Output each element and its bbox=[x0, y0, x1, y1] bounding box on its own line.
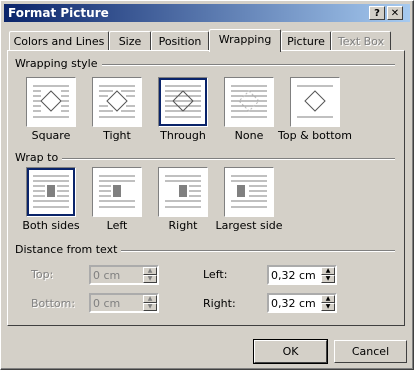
spin-up-icon: ▲ bbox=[143, 295, 157, 303]
title-bar: Format Picture ? ✕ bbox=[4, 4, 410, 22]
spin-down-icon: ▼ bbox=[143, 303, 157, 311]
distance-heading: Distance from text bbox=[15, 243, 122, 256]
right-distance-value[interactable]: 0,32 cm bbox=[271, 297, 316, 310]
top-distance-value: 0 cm bbox=[93, 269, 121, 282]
wrap-tight-option[interactable]: Tight bbox=[91, 77, 143, 142]
through-wrap-icon bbox=[158, 77, 208, 127]
bottom-distance-spinner: 0 cm ▲ ▼ bbox=[89, 293, 159, 313]
help-button[interactable]: ? bbox=[369, 6, 385, 20]
right-side-icon bbox=[158, 167, 208, 217]
top-label: Top: bbox=[31, 268, 54, 281]
wrap-none-option[interactable]: None bbox=[223, 77, 275, 142]
divider bbox=[85, 64, 395, 66]
tab-colors-and-lines[interactable]: Colors and Lines bbox=[9, 31, 109, 51]
tight-wrap-icon bbox=[92, 77, 142, 127]
spin-down-icon[interactable]: ▼ bbox=[321, 303, 335, 311]
wrap-both-sides-option[interactable]: Both sides bbox=[22, 167, 80, 232]
wrap-square-option[interactable]: Square bbox=[25, 77, 77, 142]
cancel-button[interactable]: Cancel bbox=[334, 340, 407, 363]
spin-down-icon[interactable]: ▼ bbox=[321, 275, 335, 283]
top-bottom-wrap-icon bbox=[290, 77, 340, 127]
tab-picture[interactable]: Picture bbox=[281, 31, 331, 51]
bottom-distance-value: 0 cm bbox=[93, 297, 121, 310]
tab-position[interactable]: Position bbox=[151, 31, 209, 51]
divider bbox=[119, 250, 395, 252]
wrapping-style-heading: Wrapping style bbox=[15, 57, 102, 70]
left-side-icon bbox=[92, 167, 142, 217]
wrap-right-option[interactable]: Right bbox=[157, 167, 209, 232]
window-title: Format Picture bbox=[8, 6, 109, 20]
square-wrap-icon bbox=[26, 77, 76, 127]
left-label: Left: bbox=[203, 268, 228, 281]
tab-wrapping[interactable]: Wrapping bbox=[209, 29, 281, 52]
largest-side-icon bbox=[224, 167, 274, 217]
bottom-label: Bottom: bbox=[31, 297, 76, 310]
no-wrap-icon bbox=[224, 77, 274, 127]
divider bbox=[61, 158, 395, 160]
format-picture-dialog: Format Picture ? ✕ Colors and Lines Size… bbox=[0, 0, 414, 370]
right-distance-spinner[interactable]: 0,32 cm ▲ ▼ bbox=[267, 293, 337, 313]
spin-up-icon: ▲ bbox=[143, 267, 157, 275]
close-button[interactable]: ✕ bbox=[387, 6, 403, 20]
top-distance-spinner: 0 cm ▲ ▼ bbox=[89, 265, 159, 285]
both-sides-icon bbox=[26, 167, 76, 217]
wrap-top-bottom-label: Top & bottom bbox=[278, 129, 352, 142]
wrap-top-bottom-option[interactable]: Top & bottom bbox=[278, 77, 352, 142]
spin-down-icon: ▼ bbox=[143, 275, 157, 283]
tab-size[interactable]: Size bbox=[109, 31, 151, 51]
wrap-through-option[interactable]: Through bbox=[157, 77, 209, 142]
wrap-largest-side-label: Largest side bbox=[215, 219, 283, 232]
spin-up-icon[interactable]: ▲ bbox=[321, 295, 335, 303]
wrap-largest-side-option[interactable]: Largest side bbox=[215, 167, 283, 232]
left-distance-spinner[interactable]: 0,32 cm ▲ ▼ bbox=[267, 265, 337, 285]
tab-strip: Colors and Lines Size Position Wrapping … bbox=[9, 29, 409, 52]
tab-text-box: Text Box bbox=[331, 31, 391, 51]
spin-up-icon[interactable]: ▲ bbox=[321, 267, 335, 275]
ok-button[interactable]: OK bbox=[253, 339, 328, 364]
wrap-left-option[interactable]: Left bbox=[91, 167, 143, 232]
right-label: Right: bbox=[203, 297, 236, 310]
left-distance-value[interactable]: 0,32 cm bbox=[271, 269, 316, 282]
wrap-to-heading: Wrap to bbox=[15, 151, 63, 164]
